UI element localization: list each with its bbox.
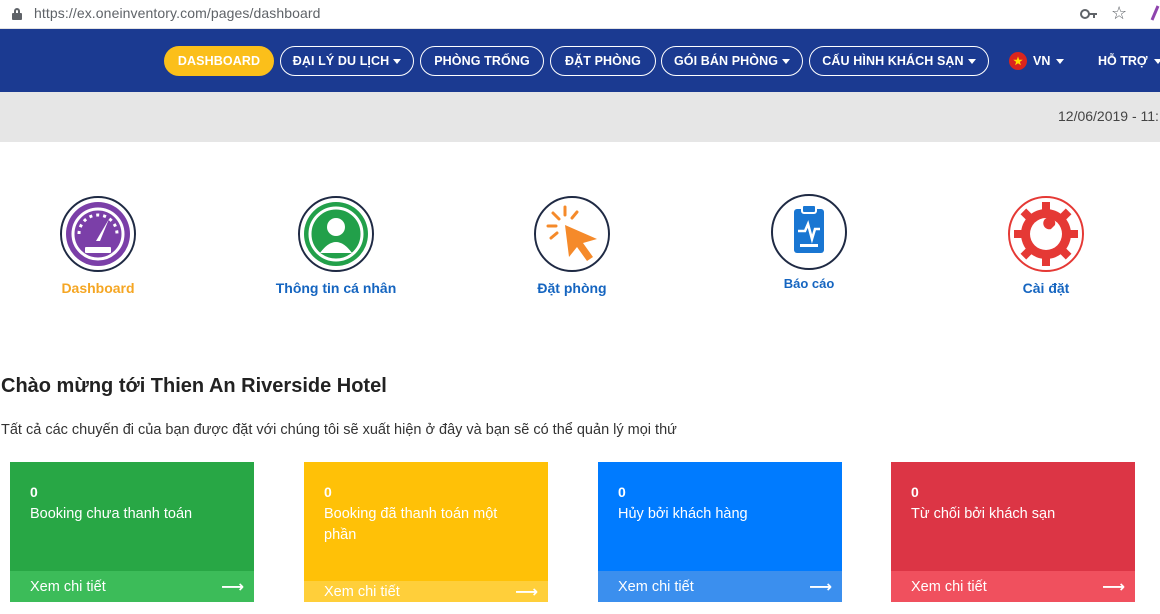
arrow-right-icon: ⟶ xyxy=(809,578,832,596)
bookmark-star-icon[interactable]: ☆ xyxy=(1111,3,1127,24)
quick-link-dashboard[interactable]: Dashboard xyxy=(23,196,173,296)
user-icon xyxy=(298,196,374,272)
card-count: 0 xyxy=(324,484,332,500)
stat-card-cancelled-by-guest: 0 Hủy bởi khách hàng Xem chi tiết ⟶ xyxy=(598,462,842,602)
card-label: Từ chối bởi khách sạn xyxy=(911,506,1056,522)
current-datetime: 12/06/2019 - 11: xyxy=(1058,108,1159,124)
nav-label: PHÒNG TRỐNG xyxy=(434,54,530,68)
card-link-label: Xem chi tiết xyxy=(324,583,400,600)
welcome-subtitle: Tất cả các chuyến đi của bạn được đặt vớ… xyxy=(1,422,677,438)
nav-label: HỖ TRỢ xyxy=(1098,54,1148,68)
browser-address-bar: https://ex.oneinventory.com/pages/dashbo… xyxy=(0,0,1160,29)
quick-link-reports[interactable]: Báo cáo xyxy=(734,194,884,291)
date-bar: 12/06/2019 - 11: xyxy=(0,92,1160,142)
stat-card-unpaid: 0 Booking chưa thanh toán Xem chi tiết ⟶ xyxy=(10,462,254,602)
stat-card-partially-paid: 0 Booking đã thanh toán một phần Xem chi… xyxy=(304,462,548,602)
card-link-label: Xem chi tiết xyxy=(618,578,694,595)
quick-link-label: Đặt phòng xyxy=(537,280,607,296)
stat-card-rejected-by-hotel: 0 Từ chối bởi khách sạn Xem chi tiết ⟶ xyxy=(891,462,1135,602)
nav-label: DASHBOARD xyxy=(177,54,261,68)
nav-support[interactable]: HỖ TRỢ xyxy=(1098,46,1160,76)
card-link-label: Xem chi tiết xyxy=(911,578,987,595)
card-details-link[interactable]: Xem chi tiết ⟶ xyxy=(10,571,254,602)
nav-label: ĐẠI LÝ DU LỊCH xyxy=(292,54,390,68)
language-selector[interactable]: VN xyxy=(1009,46,1065,76)
extension-icon[interactable] xyxy=(1150,4,1160,22)
nav-label: GÓI BÁN PHÒNG xyxy=(673,54,779,68)
nav-booking[interactable]: ĐẶT PHÒNG xyxy=(550,46,656,76)
caret-down-icon xyxy=(393,58,402,64)
card-link-label: Xem chi tiết xyxy=(30,578,106,595)
caret-down-icon xyxy=(1153,58,1160,64)
nav-room-availability[interactable]: PHÒNG TRỐNG xyxy=(420,46,544,76)
card-details-link[interactable]: Xem chi tiết ⟶ xyxy=(598,571,842,602)
quick-link-label: Báo cáo xyxy=(783,276,835,291)
card-label: Booking chưa thanh toán xyxy=(30,506,193,522)
card-details-link[interactable]: Xem chi tiết ⟶ xyxy=(304,581,548,602)
main-navbar: DASHBOARD ĐẠI LÝ DU LỊCH PHÒNG TRỐNG ĐẶT… xyxy=(0,29,1160,92)
card-details-link[interactable]: Xem chi tiết ⟶ xyxy=(891,571,1135,602)
quick-link-settings[interactable]: Cài đặt xyxy=(971,196,1121,296)
quick-link-label: Thông tin cá nhân xyxy=(275,280,397,296)
card-label: Booking đã thanh toán một phần xyxy=(324,506,498,543)
caret-down-icon xyxy=(967,58,976,64)
lock-icon xyxy=(12,8,22,20)
card-count: 0 xyxy=(618,484,626,500)
vietnam-flag-icon xyxy=(1009,52,1027,70)
nav-label: ĐẶT PHÒNG xyxy=(565,54,641,68)
language-label: VN xyxy=(1033,54,1051,68)
card-label: Hủy bởi khách hàng xyxy=(618,506,748,522)
key-icon[interactable] xyxy=(1080,6,1098,22)
url-text[interactable]: https://ex.oneinventory.com/pages/dashbo… xyxy=(34,5,321,21)
cursor-click-icon xyxy=(534,196,610,272)
quick-link-profile[interactable]: Thông tin cá nhân xyxy=(261,196,411,296)
clipboard-report-icon xyxy=(771,194,847,270)
speedometer-icon xyxy=(60,196,136,272)
caret-down-icon xyxy=(1056,58,1065,64)
welcome-title: Chào mừng tới Thien An Riverside Hotel xyxy=(1,375,387,397)
quick-link-booking[interactable]: Đặt phòng xyxy=(497,196,647,296)
arrow-right-icon: ⟶ xyxy=(1102,578,1125,596)
nav-label: CẤU HÌNH KHÁCH SẠN xyxy=(822,54,964,68)
nav-hotel-config[interactable]: CẤU HÌNH KHÁCH SẠN xyxy=(809,46,989,76)
quick-link-label: Cài đặt xyxy=(1022,280,1070,296)
arrow-right-icon: ⟶ xyxy=(515,583,538,601)
arrow-right-icon: ⟶ xyxy=(221,578,244,596)
caret-down-icon xyxy=(782,58,791,64)
card-count: 0 xyxy=(911,484,919,500)
nav-room-packages[interactable]: GÓI BÁN PHÒNG xyxy=(661,46,803,76)
card-count: 0 xyxy=(30,484,38,500)
quick-link-label: Dashboard xyxy=(61,280,135,296)
nav-travel-agents[interactable]: ĐẠI LÝ DU LỊCH xyxy=(280,46,414,76)
nav-dashboard[interactable]: DASHBOARD xyxy=(164,46,274,76)
gear-wrench-icon xyxy=(1008,196,1084,272)
